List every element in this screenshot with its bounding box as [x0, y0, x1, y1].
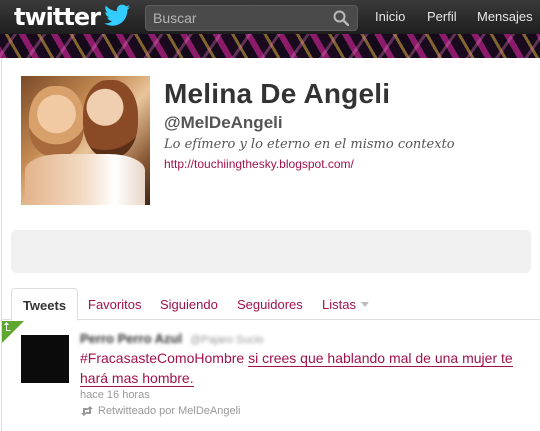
tweet-author-name[interactable]: Perro Perro Azul — [80, 331, 182, 346]
tab-tweets[interactable]: Tweets — [11, 288, 78, 321]
chevron-down-icon — [360, 302, 369, 307]
tweet-author-username[interactable]: @Pajaro Sucio — [190, 334, 264, 346]
logo-text: twitter — [14, 3, 101, 31]
profile-card: Melina De Angeli @MelDeAngeli Lo efímero… — [1, 58, 540, 431]
tweet-hashtag-link[interactable]: #FracasasteComoHombre — [80, 350, 244, 366]
twitter-logo[interactable]: twitter — [14, 2, 131, 32]
tweet-text: #FracasasteComoHombre si crees que habla… — [80, 348, 530, 388]
profile-handle: @MelDeAngeli — [164, 113, 283, 132]
nav-perfil[interactable]: Perfil — [427, 9, 457, 24]
profile-name: Melina De Angeli — [164, 78, 391, 109]
profile-tabs: Tweets Favoritos Siguiendo Seguidores Li… — [2, 288, 540, 321]
tweet-author-avatar[interactable] — [21, 335, 69, 383]
tab-listas[interactable]: Listas — [322, 288, 369, 320]
nav-inicio[interactable]: Inicio — [375, 9, 405, 24]
search-input[interactable] — [146, 6, 326, 30]
top-bar: twitter Inicio Perfil Mensajes — [0, 0, 540, 34]
tab-seguidores[interactable]: Seguidores — [237, 288, 303, 320]
retweeted-by: Retwitteado por MelDeAngeli — [80, 405, 240, 417]
retweet-badge-icon — [4, 322, 11, 331]
tab-listas-label: Listas — [322, 297, 356, 312]
profile-avatar[interactable] — [21, 76, 150, 205]
retweeted-by-label: Retwitteado por MelDeAngeli — [98, 405, 241, 417]
tweet-timestamp[interactable]: hace 16 horas — [80, 389, 150, 401]
search-icon[interactable] — [333, 10, 349, 26]
profile-background-banner — [0, 34, 540, 58]
profile-url-link[interactable]: http://touchiingthesky.blogspot.com/ — [164, 157, 354, 171]
tweet-item[interactable]: Perro Perro Azul @Pajaro Sucio #Fracasas… — [2, 321, 540, 431]
search-box[interactable] — [145, 5, 358, 31]
nav-mensajes[interactable]: Mensajes — [477, 9, 533, 24]
bird-icon — [104, 4, 130, 26]
tab-favoritos[interactable]: Favoritos — [88, 288, 141, 320]
tab-siguiendo[interactable]: Siguiendo — [160, 288, 218, 320]
profile-bio: Lo efímero y lo eterno en el mismo conte… — [164, 137, 455, 152]
profile-stats-box — [11, 230, 531, 273]
retweet-icon — [81, 406, 93, 416]
